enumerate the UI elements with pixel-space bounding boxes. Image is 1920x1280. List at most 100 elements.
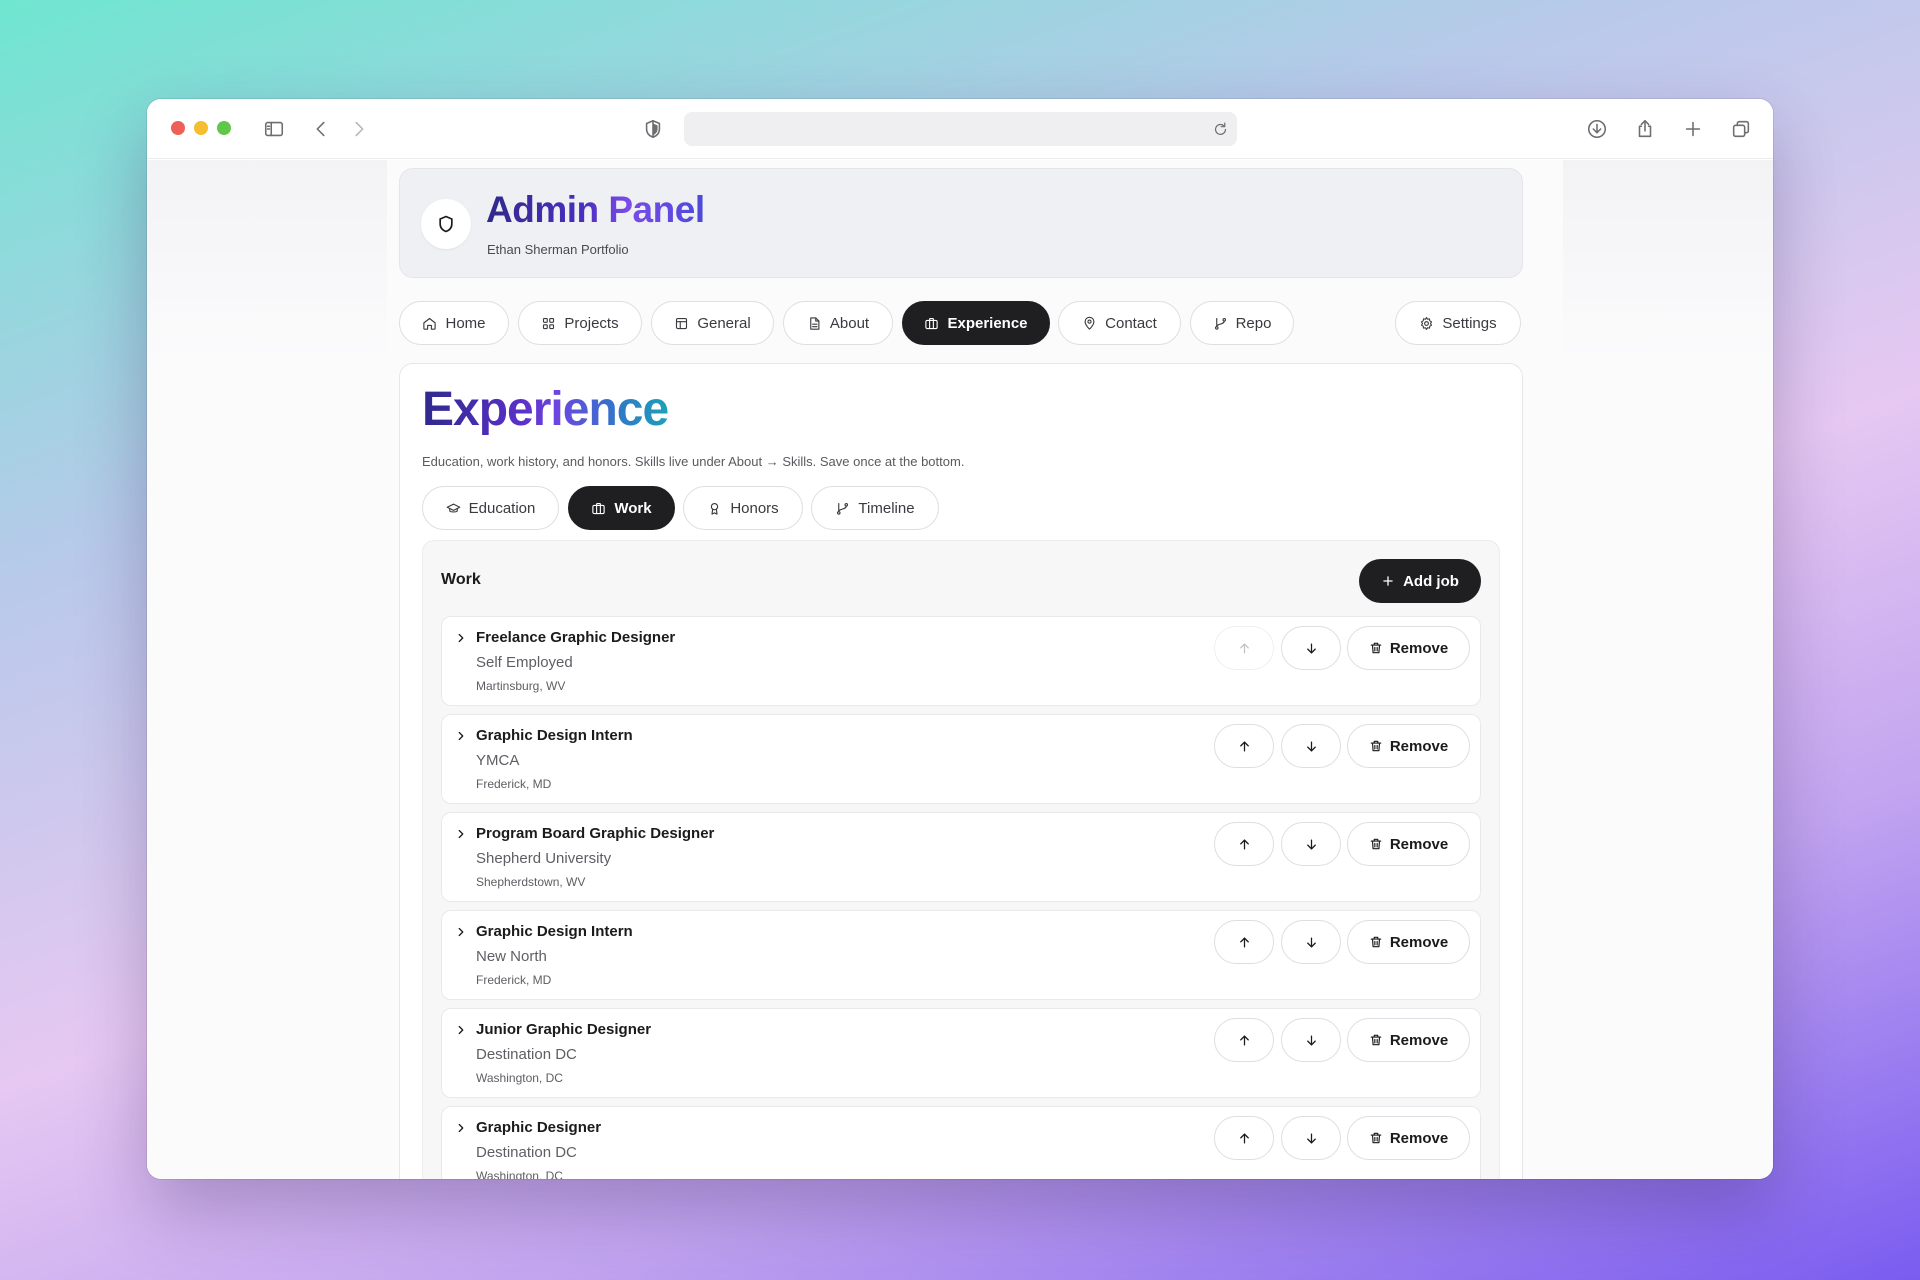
arrow-up-icon	[1239, 839, 1249, 849]
close-window-button[interactable]	[171, 121, 185, 135]
arrow-down-icon	[1306, 741, 1316, 751]
tab-work[interactable]: Work	[568, 486, 675, 530]
nav-general[interactable]: General	[651, 301, 774, 345]
move-up-button[interactable]	[1214, 1018, 1274, 1062]
job-company: Destination DC	[476, 1046, 577, 1063]
page-subtitle: Ethan Sherman Portfolio	[487, 242, 629, 257]
sidebar-icon[interactable]	[260, 115, 288, 143]
job-company: Shepherd University	[476, 850, 612, 867]
browser-window: Admin Panel Ethan Sherman Portfolio Home…	[147, 99, 1773, 1179]
add-job-button[interactable]: Add job	[1359, 559, 1481, 603]
address-bar[interactable]	[684, 112, 1237, 146]
minimize-window-button[interactable]	[194, 121, 208, 135]
remove-button[interactable]: Remove	[1347, 1116, 1470, 1160]
section-description: Education, work history, and honors. Ski…	[422, 454, 965, 469]
briefcase-icon	[592, 502, 606, 514]
settings-label: Settings	[1442, 314, 1497, 332]
tab-label: Education	[468, 499, 536, 517]
tab-label: Work	[614, 499, 652, 517]
chevron-right-icon[interactable]	[454, 729, 468, 743]
page-content: Admin Panel Ethan Sherman Portfolio Home…	[147, 160, 1773, 1179]
tab-education[interactable]: Education	[422, 486, 559, 530]
background-fade-left	[147, 160, 387, 360]
arrow-up-icon	[1239, 1133, 1249, 1143]
remove-label: Remove	[1389, 933, 1449, 951]
remove-label: Remove	[1389, 1031, 1449, 1049]
move-up-button[interactable]	[1214, 1116, 1274, 1160]
trash-icon	[1370, 1132, 1382, 1144]
arrow-down-icon	[1306, 1035, 1316, 1045]
shield-privacy-icon[interactable]	[639, 115, 667, 143]
job-title: Graphic Designer	[476, 1119, 602, 1136]
nav-home[interactable]: Home	[399, 301, 509, 345]
tabs-overview-icon[interactable]	[1727, 115, 1755, 143]
job-title: Graphic Design Intern	[476, 923, 633, 940]
forward-icon[interactable]	[345, 115, 373, 143]
work-panel: Work Add job Freelance Graphic Designer …	[422, 540, 1500, 1179]
job-company: YMCA	[476, 752, 520, 769]
remove-label: Remove	[1389, 737, 1449, 755]
move-up-button[interactable]	[1214, 724, 1274, 768]
chevron-right-icon[interactable]	[454, 827, 468, 841]
arrow-down-icon	[1306, 643, 1316, 653]
job-title: Program Board Graphic Designer	[476, 825, 715, 842]
trash-icon	[1370, 642, 1382, 654]
admin-header: Admin Panel Ethan Sherman Portfolio	[399, 168, 1523, 278]
move-down-button[interactable]	[1281, 1018, 1341, 1062]
tab-label: Honors	[730, 499, 779, 517]
zoom-window-button[interactable]	[217, 121, 231, 135]
job-location: Frederick, MD	[476, 973, 552, 987]
nav-label: About	[829, 314, 870, 332]
nav-repo[interactable]: Repo	[1190, 301, 1294, 345]
new-tab-icon[interactable]	[1679, 115, 1707, 143]
tab-timeline[interactable]: Timeline	[811, 486, 939, 530]
chevron-right-icon[interactable]	[454, 1023, 468, 1037]
nav-contact[interactable]: Contact	[1058, 301, 1181, 345]
chevron-right-icon[interactable]	[454, 631, 468, 645]
arrow-down-icon	[1306, 839, 1316, 849]
job-location: Washington, DC	[476, 1071, 563, 1085]
download-icon[interactable]	[1583, 115, 1611, 143]
job-title: Graphic Design Intern	[476, 727, 633, 744]
share-icon[interactable]	[1631, 115, 1659, 143]
remove-button[interactable]: Remove	[1347, 724, 1470, 768]
arrow-up-icon	[1239, 643, 1249, 653]
job-row: Freelance Graphic Designer Self Employed…	[441, 616, 1481, 706]
move-up-button[interactable]	[1214, 920, 1274, 964]
remove-button[interactable]: Remove	[1347, 1018, 1470, 1062]
award-icon	[711, 502, 719, 515]
reload-icon[interactable]	[1206, 115, 1234, 143]
move-up-button[interactable]	[1214, 822, 1274, 866]
job-row: Junior Graphic Designer Destination DC W…	[441, 1008, 1481, 1098]
add-job-label: Add job	[1403, 572, 1459, 590]
remove-button[interactable]: Remove	[1347, 822, 1470, 866]
move-up-button[interactable]	[1214, 626, 1274, 670]
page-title: Admin Panel	[486, 189, 705, 230]
remove-button[interactable]: Remove	[1347, 626, 1470, 670]
git-branch-icon	[1214, 317, 1226, 330]
move-down-button[interactable]	[1281, 626, 1341, 670]
work-heading: Work	[441, 571, 481, 588]
remove-button[interactable]: Remove	[1347, 920, 1470, 964]
home-icon	[423, 317, 437, 330]
move-down-button[interactable]	[1281, 920, 1341, 964]
arrow-up-icon	[1239, 1035, 1249, 1045]
back-icon[interactable]	[307, 115, 335, 143]
move-down-button[interactable]	[1281, 1116, 1341, 1160]
move-down-button[interactable]	[1281, 822, 1341, 866]
tab-honors[interactable]: Honors	[683, 486, 803, 530]
nav-about[interactable]: About	[783, 301, 893, 345]
settings-button[interactable]: Settings	[1395, 301, 1521, 345]
job-location: Martinsburg, WV	[476, 679, 566, 693]
chevron-right-icon[interactable]	[454, 1121, 468, 1135]
nav-projects[interactable]: Projects	[518, 301, 642, 345]
nav-label: Projects	[564, 314, 619, 332]
job-row: Graphic Design Intern YMCA Frederick, MD…	[441, 714, 1481, 804]
job-title: Junior Graphic Designer	[476, 1021, 652, 1038]
layout-icon	[676, 317, 688, 329]
nav-label: Home	[445, 314, 486, 332]
nav-experience[interactable]: Experience	[902, 301, 1050, 345]
job-title: Freelance Graphic Designer	[476, 629, 676, 646]
move-down-button[interactable]	[1281, 724, 1341, 768]
chevron-right-icon[interactable]	[454, 925, 468, 939]
